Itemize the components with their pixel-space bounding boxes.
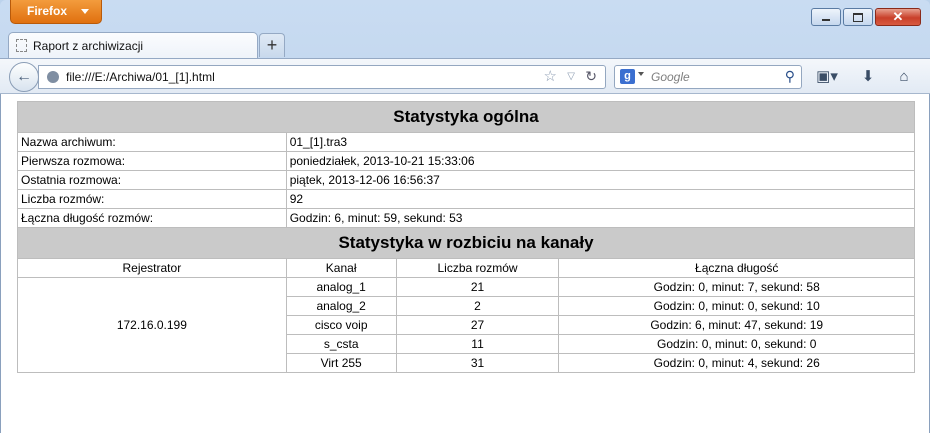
table-row: Łączna długość rozmów: Godzin: 6, minut:…: [17, 208, 916, 228]
duration-cell: Godzin: 0, minut: 4, sekund: 26: [558, 353, 915, 373]
recorder-cell: 172.16.0.199: [17, 277, 287, 373]
page-icon: [16, 39, 27, 52]
globe-icon: [47, 71, 59, 83]
count-cell: 21: [395, 277, 560, 297]
row-label: Nazwa archiwum:: [17, 132, 287, 152]
row-label: Liczba rozmów:: [17, 189, 287, 209]
url-bar[interactable]: file:///E:/Archiwa/01_[1].html ☆ ▽ ↻: [38, 65, 606, 89]
general-stats-heading: Statystyka ogólna: [17, 101, 915, 133]
close-icon: ✕: [892, 9, 904, 24]
search-bar[interactable]: g Google ⚲: [614, 65, 802, 89]
channel-cell: analog_2: [285, 296, 397, 316]
channel-cell: Virt 255: [285, 353, 397, 373]
bookmarks-menu-icon[interactable]: ▣▾: [812, 67, 842, 87]
bookmark-star-icon[interactable]: ☆: [544, 67, 557, 85]
tab-title: Raport z archiwizacji: [33, 39, 144, 53]
reload-icon[interactable]: ↻: [585, 68, 597, 85]
history-dropdown-icon[interactable]: ▽: [567, 68, 575, 86]
navigation-toolbar: file:///E:/Archiwa/01_[1].html ☆ ▽ ↻ ← g…: [0, 58, 930, 94]
browser-window: Firefox ✕ Raport z archiwizacji + file:/…: [0, 0, 930, 433]
channel-cell: s_csta: [285, 334, 397, 354]
duration-cell: Godzin: 0, minut: 0, sekund: 10: [558, 296, 915, 316]
count-cell: 11: [395, 334, 560, 354]
table-row: 172.16.0.199 analog_1 21 Godzin: 0, minu…: [17, 277, 915, 373]
row-value: 92: [285, 189, 916, 209]
arrow-left-icon: ←: [16, 68, 32, 85]
row-value: poniedziałek, 2013-10-21 15:33:06: [285, 151, 916, 171]
count-cell: 27: [395, 315, 560, 335]
search-engine-dropdown-icon[interactable]: [638, 72, 644, 76]
page-content: Statystyka ogólna Nazwa archiwum: 01_[1]…: [0, 94, 930, 433]
column-header: Liczba rozmów: [395, 258, 560, 278]
google-icon[interactable]: g: [620, 69, 635, 84]
table-row: Ostatnia rozmowa: piątek, 2013-12-06 16:…: [17, 170, 916, 190]
minimize-button[interactable]: [811, 8, 841, 26]
column-header-row: Rejestrator Kanał Liczba rozmów Łączna d…: [17, 258, 915, 278]
table-row: Liczba rozmów: 92: [17, 189, 916, 209]
firefox-menu-button[interactable]: Firefox: [10, 0, 102, 24]
new-tab-button[interactable]: +: [259, 33, 285, 57]
channel-stats-heading: Statystyka w rozbiciu na kanały: [17, 227, 915, 259]
firefox-menu-label: Firefox: [27, 4, 68, 18]
duration-cell: Godzin: 0, minut: 0, sekund: 0: [558, 334, 915, 354]
channel-cell: analog_1: [285, 277, 397, 297]
column-header: Kanał: [285, 258, 397, 278]
downloads-icon[interactable]: ⬇: [856, 67, 880, 87]
count-cell: 31: [395, 353, 560, 373]
back-button[interactable]: ←: [9, 62, 39, 92]
table-row: Pierwsza rozmowa: poniedziałek, 2013-10-…: [17, 151, 916, 171]
maximize-icon: [853, 12, 863, 22]
table-row: Nazwa archiwum: 01_[1].tra3: [17, 132, 916, 152]
duration-cell: Godzin: 6, minut: 47, sekund: 19: [558, 315, 915, 335]
home-icon[interactable]: ⌂: [892, 67, 916, 87]
url-text: file:///E:/Archiwa/01_[1].html: [66, 70, 215, 84]
column-header: Rejestrator: [17, 258, 287, 278]
maximize-button[interactable]: [843, 8, 873, 26]
report-table: Statystyka ogólna Nazwa archiwum: 01_[1]…: [17, 101, 916, 373]
close-button[interactable]: ✕: [875, 8, 921, 26]
search-placeholder: Google: [651, 70, 690, 84]
tab-raport[interactable]: Raport z archiwizacji: [8, 32, 258, 59]
row-value: 01_[1].tra3: [285, 132, 916, 152]
duration-cell: Godzin: 0, minut: 7, sekund: 58: [558, 277, 915, 297]
search-icon[interactable]: ⚲: [785, 68, 795, 85]
channel-cell: cisco voip: [285, 315, 397, 335]
row-label: Łączna długość rozmów:: [17, 208, 287, 228]
row-value: Godzin: 6, minut: 59, sekund: 53: [285, 208, 916, 228]
count-cell: 2: [395, 296, 560, 316]
minimize-icon: [822, 18, 830, 21]
column-header: Łączna długość: [558, 258, 915, 278]
window-controls: ✕: [811, 8, 921, 26]
row-value: piątek, 2013-12-06 16:56:37: [285, 170, 916, 190]
chevron-down-icon: [81, 9, 89, 14]
row-label: Pierwsza rozmowa:: [17, 151, 287, 171]
row-label: Ostatnia rozmowa:: [17, 170, 287, 190]
